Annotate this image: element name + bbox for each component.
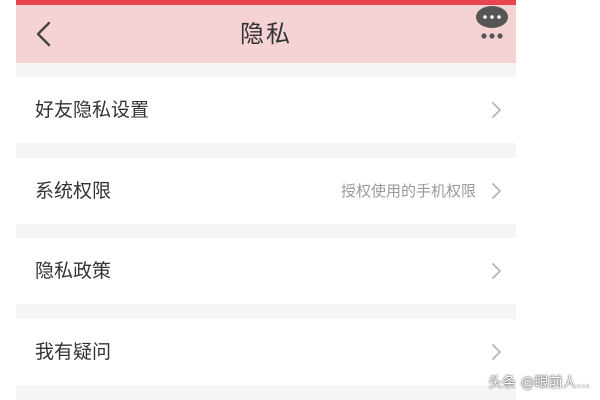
page-title: 隐私 xyxy=(240,20,292,48)
chevron-right-icon xyxy=(490,343,502,361)
privacy-screen: 隐私 好友隐私设置 系统权限 授权使用的手机权限 隐私政策 我有疑问 xyxy=(16,0,516,400)
more-button[interactable] xyxy=(474,5,510,45)
row-label: 系统权限 xyxy=(35,180,112,202)
settings-row-friend-privacy[interactable]: 好友隐私设置 xyxy=(16,77,516,143)
more-dots-icon xyxy=(476,6,508,39)
chevron-right-icon xyxy=(490,101,502,119)
watermark: 头条 @眼前人... xyxy=(488,375,590,391)
settings-row-questions[interactable]: 我有疑问 xyxy=(16,319,516,385)
row-label: 我有疑问 xyxy=(35,341,112,363)
nav-header: 隐私 xyxy=(16,5,516,63)
chevron-right-icon xyxy=(490,182,502,200)
chevron-right-icon xyxy=(490,262,502,280)
back-button[interactable] xyxy=(30,19,60,49)
chevron-left-icon xyxy=(36,21,51,47)
row-label: 隐私政策 xyxy=(35,260,112,282)
settings-row-privacy-policy[interactable]: 隐私政策 xyxy=(16,238,516,304)
settings-row-system-permissions[interactable]: 系统权限 授权使用的手机权限 xyxy=(16,158,516,224)
row-value: 授权使用的手机权限 xyxy=(340,182,476,200)
row-label: 好友隐私设置 xyxy=(35,99,150,121)
